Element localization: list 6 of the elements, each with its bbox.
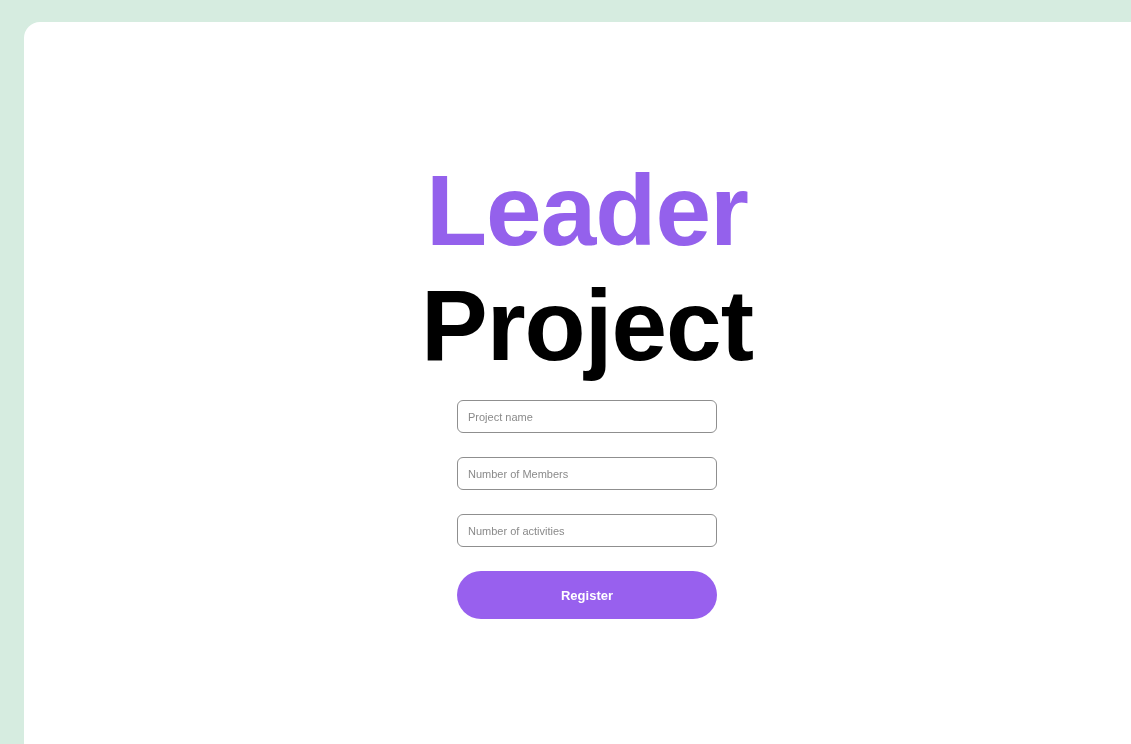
input-field[interactable]: Number of activities	[457, 514, 717, 547]
register-button[interactable]: Register	[457, 571, 717, 619]
title-leader: Leader	[426, 153, 748, 268]
input-field[interactable]: Number of Members	[457, 457, 717, 490]
input-field[interactable]: Project name	[457, 400, 717, 433]
title-project: Project	[421, 268, 753, 383]
